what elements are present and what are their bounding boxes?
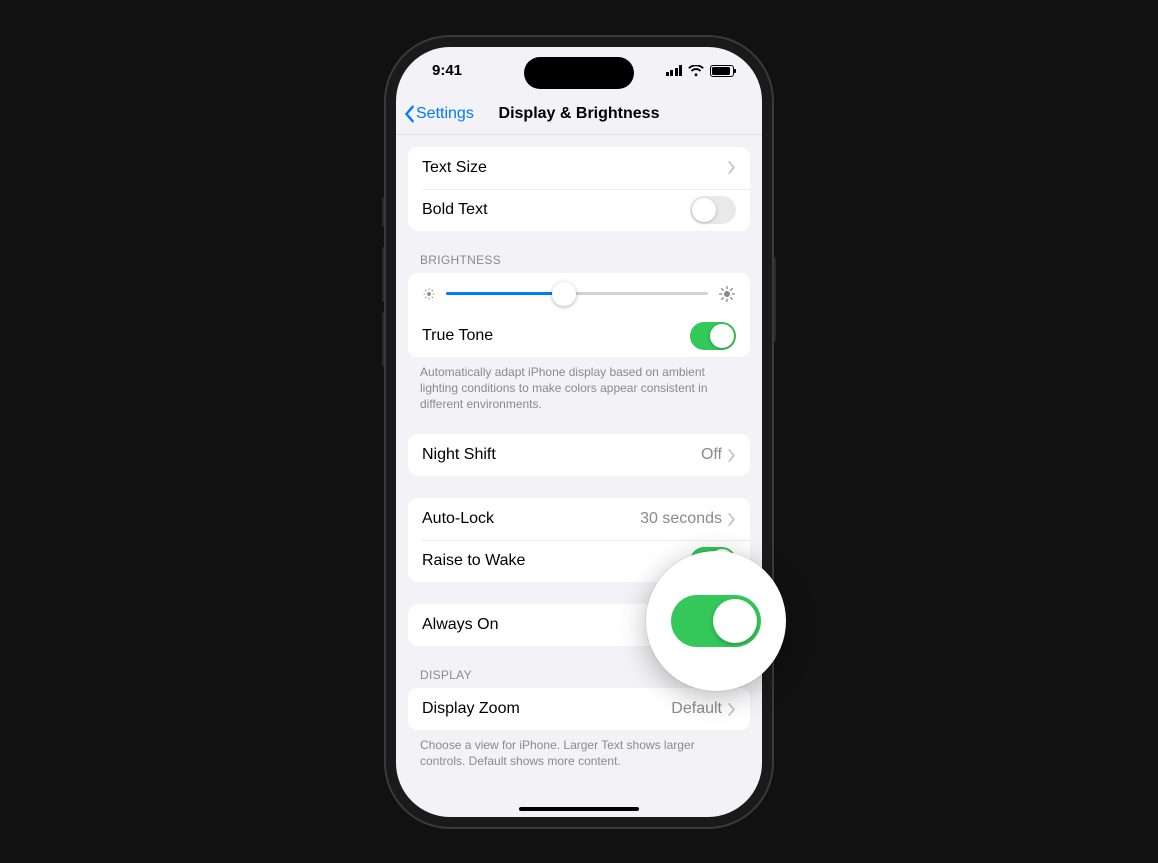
brightness-footer: Automatically adapt iPhone display based… (420, 364, 738, 413)
brightness-slider[interactable] (446, 292, 708, 295)
status-time: 9:41 (432, 62, 462, 79)
auto-lock-value: 30 seconds (640, 510, 722, 528)
raise-to-wake-label: Raise to Wake (422, 552, 690, 570)
home-indicator[interactable] (519, 807, 639, 811)
chevron-right-icon (728, 703, 736, 716)
always-on-row: Always On (408, 604, 750, 646)
sun-min-icon (422, 287, 436, 301)
auto-lock-row[interactable]: Auto-Lock 30 seconds (408, 498, 750, 540)
iphone-frame: 9:41 Settings Display & Brightness Text (396, 47, 762, 817)
status-bar: 9:41 (396, 47, 762, 95)
nav-bar: Settings Display & Brightness (396, 95, 762, 135)
back-button[interactable]: Settings (404, 105, 474, 123)
settings-content[interactable]: Text Size Bold Text BRIGHTNESS (396, 135, 762, 817)
autolock-group: Auto-Lock 30 seconds Raise to Wake (408, 498, 750, 582)
bold-text-label: Bold Text (422, 201, 690, 219)
night-shift-value: Off (701, 446, 722, 464)
raise-to-wake-toggle[interactable] (690, 547, 736, 575)
always-on-label: Always On (422, 616, 690, 634)
true-tone-toggle[interactable] (690, 322, 736, 350)
true-tone-row: True Tone (408, 315, 750, 357)
bold-text-toggle[interactable] (690, 196, 736, 224)
dynamic-island (524, 57, 634, 89)
text-size-label: Text Size (422, 159, 728, 177)
brightness-header: BRIGHTNESS (420, 253, 738, 267)
bold-text-row: Bold Text (408, 189, 750, 231)
wifi-icon (688, 65, 704, 77)
chevron-right-icon (728, 161, 736, 174)
text-size-row[interactable]: Text Size (408, 147, 750, 189)
display-group: Display Zoom Default (408, 688, 750, 730)
cellular-icon (666, 65, 683, 76)
display-footer: Choose a view for iPhone. Larger Text sh… (420, 737, 738, 769)
display-zoom-value: Default (671, 700, 722, 718)
display-zoom-row[interactable]: Display Zoom Default (408, 688, 750, 730)
sun-max-icon (718, 285, 736, 303)
text-group: Text Size Bold Text (408, 147, 750, 231)
auto-lock-label: Auto-Lock (422, 510, 640, 528)
back-label: Settings (416, 105, 474, 123)
display-header: DISPLAY (420, 668, 738, 682)
brightness-slider-row (408, 273, 750, 315)
page-title: Display & Brightness (499, 105, 660, 123)
chevron-right-icon (728, 449, 736, 462)
chevron-right-icon (728, 513, 736, 526)
brightness-fill (446, 292, 564, 295)
true-tone-label: True Tone (422, 327, 690, 345)
battery-icon (710, 65, 734, 77)
brightness-group: True Tone (408, 273, 750, 357)
night-shift-row[interactable]: Night Shift Off (408, 434, 750, 476)
night-shift-group: Night Shift Off (408, 434, 750, 476)
always-on-group: Always On (408, 604, 750, 646)
always-on-toggle[interactable] (690, 611, 736, 639)
brightness-thumb[interactable] (552, 282, 576, 306)
display-zoom-label: Display Zoom (422, 700, 671, 718)
night-shift-label: Night Shift (422, 446, 701, 464)
raise-to-wake-row: Raise to Wake (408, 540, 750, 582)
